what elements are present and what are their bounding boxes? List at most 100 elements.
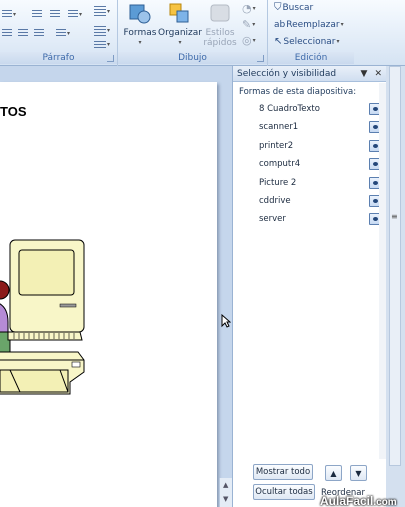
group-label-parrafo: Párrafo	[0, 52, 117, 64]
buscar-button[interactable]: ⛉ Buscar	[274, 1, 313, 14]
hide-all-button[interactable]: Ocultar todas	[253, 484, 315, 500]
group-label-dibujo: Dibujo	[118, 52, 267, 64]
pane-scroll-track[interactable]	[379, 83, 386, 459]
slide-canvas[interactable]: TOS	[0, 82, 217, 507]
quick-styles-icon	[207, 2, 233, 26]
computer-drive-shape	[59, 303, 77, 308]
seleccionar-button[interactable]: ↖ Seleccionar ▾	[274, 35, 340, 48]
justify-button[interactable]: ▾	[56, 27, 70, 40]
formas-dropdown-icon: ▾	[138, 39, 142, 46]
shape-list-item[interactable]: server	[233, 210, 386, 228]
shape-list-item[interactable]: scanner1	[233, 118, 386, 136]
shape-list-item[interactable]: Picture 2	[233, 174, 386, 192]
decrease-indent-button[interactable]	[32, 8, 42, 21]
decrease-indent-icon	[32, 10, 42, 19]
slide-editing-area: TOS ▲ ▼	[0, 66, 232, 507]
arrange-icon	[167, 2, 193, 26]
align-left-button[interactable]	[2, 27, 12, 40]
shape-name[interactable]: 8 CuadroTexto	[259, 104, 320, 114]
printer-tray-shape	[0, 369, 69, 393]
main-vertical-scrollbar[interactable]: ≡	[389, 66, 401, 466]
estilos-label-1: Estilos	[205, 28, 235, 38]
pane-close-icon[interactable]: ✕	[374, 69, 382, 79]
text-direction-icon	[94, 25, 106, 36]
organizar-button[interactable]: Organizar ▾	[158, 2, 202, 50]
shape-outline-button[interactable]: ✎ ▾	[242, 18, 255, 31]
align-center-icon	[18, 29, 28, 38]
reemplazar-label: Reemplazar	[286, 19, 340, 30]
align-center-button[interactable]	[18, 27, 28, 40]
columns-icon	[94, 5, 106, 18]
shapes-icon	[127, 2, 153, 26]
show-all-button[interactable]: Mostrar todo	[253, 464, 313, 480]
scroll-up-icon[interactable]: ▲	[223, 481, 228, 489]
formas-label: Formas	[123, 28, 157, 38]
shape-list-item[interactable]: printer2	[233, 137, 386, 155]
shape-list-item[interactable]: 8 CuadroTexto	[233, 100, 386, 118]
text-direction-button[interactable]: ▾	[94, 24, 110, 37]
columns-button[interactable]: ▾	[94, 5, 110, 18]
watermark-suffix: .com	[373, 497, 397, 507]
pane-menu-icon[interactable]: ▼	[361, 69, 368, 79]
shape-name[interactable]: computr4	[259, 159, 300, 169]
smartart-icon	[94, 41, 106, 48]
group-parrafo: ▾ ▾ ▾ ▾ ▾ ▾ Párrafo	[0, 0, 118, 66]
parrafo-dialog-launcher[interactable]	[107, 55, 114, 62]
scroll-grip-icon[interactable]: ≡	[391, 212, 398, 221]
ribbon: ▾ ▾ ▾ ▾ ▾ ▾ Párrafo Formas ▾ Organizar ▾…	[0, 0, 405, 66]
shape-name[interactable]: printer2	[259, 141, 293, 151]
watermark-brand: AulaFacil	[320, 494, 374, 507]
shape-fill-button[interactable]: ◔ ▾	[242, 2, 256, 15]
seleccionar-label: Seleccionar	[283, 36, 336, 47]
estilos-label-2: rápidos	[203, 38, 237, 48]
line-spacing-button[interactable]: ▾	[68, 8, 82, 21]
shape-effects-button[interactable]: ◎ ▾	[242, 34, 256, 47]
slide-title-text[interactable]: TOS	[0, 104, 27, 119]
clipart-computer-illustration[interactable]	[0, 212, 217, 472]
smartart-button[interactable]: ▾	[94, 38, 110, 51]
formas-button[interactable]: Formas ▾	[120, 2, 160, 50]
computer-screen-shape	[18, 249, 75, 296]
shape-name[interactable]: server	[259, 214, 286, 224]
replace-icon: ab	[274, 19, 286, 30]
up-arrow-icon: ▲	[330, 468, 337, 478]
mouse-pointer-icon	[221, 313, 232, 331]
pane-header: Selección y visibilidad ▼ ✕	[233, 66, 386, 82]
dibujo-dialog-launcher[interactable]	[257, 55, 264, 62]
select-arrow-icon: ↖	[274, 36, 283, 47]
person-head-shape	[0, 280, 10, 300]
shape-name[interactable]: Picture 2	[259, 178, 296, 188]
align-right-button[interactable]	[34, 27, 44, 40]
estilos-rapidos-button[interactable]: Estilos rápidos	[200, 2, 240, 50]
increase-indent-icon	[50, 10, 60, 19]
buscar-label: Buscar	[282, 2, 314, 13]
selection-visibility-pane: Selección y visibilidad ▼ ✕ Formas de es…	[232, 66, 386, 507]
align-right-icon	[34, 29, 44, 38]
align-left-icon	[2, 29, 12, 38]
shape-list: 8 CuadroTexto scanner1 printer2 computr4…	[233, 100, 386, 229]
bullets-button[interactable]: ▾	[2, 8, 16, 21]
move-down-button[interactable]: ▼	[350, 465, 367, 481]
pane-subtitle: Formas de esta diapositiva:	[239, 87, 357, 97]
scroll-down-icon[interactable]: ▼	[223, 495, 228, 503]
slide-scroll-arrows[interactable]: ▲ ▼	[219, 478, 232, 507]
justify-icon	[56, 29, 66, 38]
shape-name[interactable]: scanner1	[259, 122, 298, 132]
shape-list-item[interactable]: computr4	[233, 155, 386, 173]
organizar-dropdown-icon: ▾	[178, 39, 182, 46]
reemplazar-button[interactable]: ab Reemplazar ▾	[274, 18, 344, 31]
increase-indent-button[interactable]	[50, 8, 60, 21]
organizar-label: Organizar	[158, 28, 202, 38]
group-edicion: ⛉ Buscar ab Reemplazar ▾ ↖ Seleccionar ▾ E…	[268, 0, 354, 66]
shape-name[interactable]: cddrive	[259, 196, 291, 206]
move-up-button[interactable]: ▲	[325, 465, 342, 481]
paint-bucket-icon: ◔	[242, 2, 252, 15]
group-label-edicion: Edición	[268, 52, 354, 64]
down-arrow-icon: ▼	[355, 468, 362, 478]
shape-list-item[interactable]: cddrive	[233, 192, 386, 210]
watermark-logo: AulaFacil.com	[320, 494, 397, 507]
line-spacing-icon	[68, 10, 78, 19]
pane-title: Selección y visibilidad	[237, 68, 337, 79]
effects-icon: ◎	[242, 34, 252, 47]
group-dibujo: Formas ▾ Organizar ▾ Estilos rápidos ◔ ▾…	[118, 0, 268, 66]
